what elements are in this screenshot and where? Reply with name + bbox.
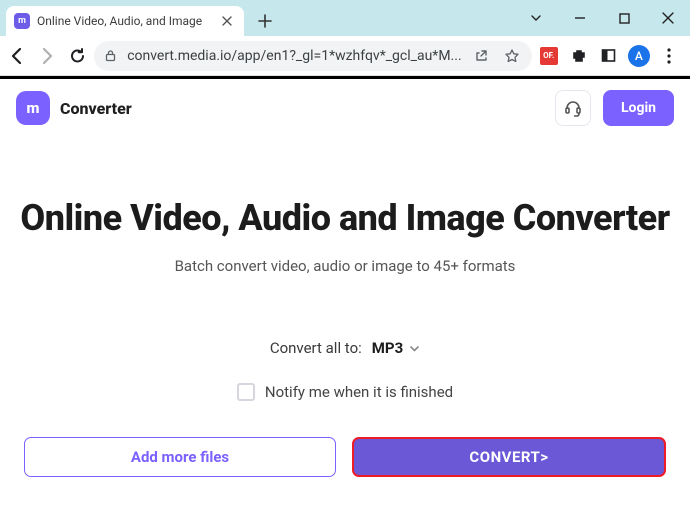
page-subtitle: Batch convert video, audio or image to 4… [20, 257, 670, 275]
page-title: Online Video, Audio and Image Converter [20, 197, 670, 239]
notify-row: Notify me when it is finished [12, 365, 678, 407]
reload-button[interactable] [64, 41, 90, 71]
share-icon[interactable] [472, 48, 492, 63]
browser-tab[interactable]: m Online Video, Audio, and Image [6, 6, 244, 36]
add-more-files-button[interactable]: Add more files [24, 437, 336, 477]
site-header: m Converter Login [0, 79, 690, 137]
support-button[interactable] [555, 90, 591, 126]
convert-panel: Convert all to: MP3 Notify me when it is… [12, 331, 678, 489]
chevron-down-icon [409, 343, 420, 354]
format-value: MP3 [372, 339, 403, 357]
forward-button[interactable] [34, 41, 60, 71]
page-content: m Converter Login Online Video, Audio an… [0, 79, 690, 489]
profile-avatar[interactable]: A [626, 41, 652, 71]
back-button[interactable] [4, 41, 30, 71]
hero: Online Video, Audio and Image Converter … [0, 137, 690, 299]
notify-label: Notify me when it is finished [265, 383, 453, 401]
browser-toolbar: convert.media.io/app/en1?_gl=1*wzhfqv*_g… [0, 36, 690, 76]
tab-title: Online Video, Audio, and Image [37, 14, 213, 28]
kebab-menu-icon[interactable] [656, 41, 682, 71]
side-panel-icon[interactable] [596, 41, 622, 71]
extensions-icon[interactable] [566, 41, 592, 71]
close-tab-icon[interactable] [220, 14, 234, 28]
address-bar[interactable]: convert.media.io/app/en1?_gl=1*wzhfqv*_g… [94, 41, 531, 71]
convert-button[interactable]: CONVERT> [352, 437, 666, 477]
headset-icon [563, 98, 583, 118]
tab-favicon: m [14, 13, 30, 29]
notify-checkbox[interactable] [237, 383, 255, 401]
close-window-icon[interactable] [646, 0, 690, 36]
window-controls [514, 0, 690, 36]
bookmark-star-icon[interactable] [502, 48, 522, 64]
header-actions: Login [555, 90, 674, 126]
caret-down-icon[interactable] [514, 0, 558, 36]
brand[interactable]: m Converter [16, 91, 132, 125]
minimize-icon[interactable] [558, 0, 602, 36]
new-tab-button[interactable] [252, 8, 278, 34]
format-selector[interactable]: MP3 [372, 339, 420, 357]
brand-logo-icon: m [16, 91, 50, 125]
maximize-icon[interactable] [602, 0, 646, 36]
convert-all-label: Convert all to: [270, 339, 362, 357]
extension-badge[interactable]: OF. [536, 41, 562, 71]
convert-format-row: Convert all to: MP3 [12, 331, 678, 365]
login-button[interactable]: Login [603, 90, 674, 126]
lock-icon [104, 49, 117, 62]
action-buttons: Add more files CONVERT> [12, 407, 678, 489]
window-titlebar: m Online Video, Audio, and Image [0, 0, 690, 36]
brand-label: Converter [60, 99, 132, 118]
url-text: convert.media.io/app/en1?_gl=1*wzhfqv*_g… [127, 48, 461, 64]
